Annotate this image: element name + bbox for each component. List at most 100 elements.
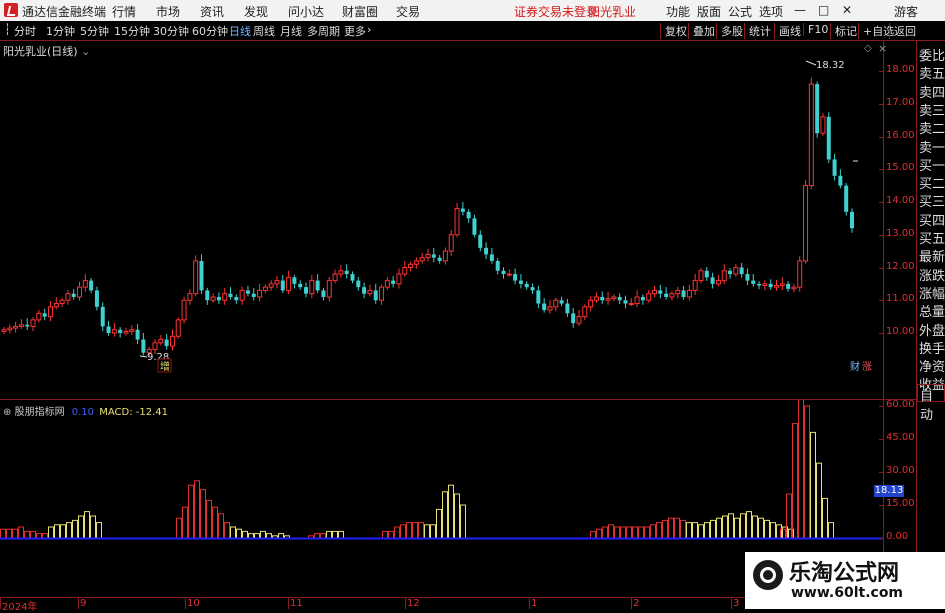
indicator-bar (716, 517, 722, 539)
menu-zixun[interactable]: 资讯 (200, 3, 224, 20)
period-multi[interactable]: 多周期 (307, 23, 340, 39)
sidebar-item[interactable]: 最新 (917, 246, 945, 265)
btn-fuquan[interactable]: 复权 (660, 23, 691, 39)
sidebar-item[interactable]: 卖二 (917, 118, 945, 137)
indicator-bar (206, 500, 212, 539)
minimize-button[interactable]: — (794, 3, 806, 17)
close-button[interactable]: ✕ (842, 3, 852, 17)
menu-xuanxiang[interactable]: 选项 (759, 3, 783, 20)
candle (634, 290, 640, 308)
candle (605, 292, 611, 305)
sidebar-item[interactable]: 买一 (917, 155, 945, 174)
sidebar-item[interactable]: 换手 (917, 338, 945, 357)
sidebar-item[interactable]: 买三 (917, 191, 945, 210)
auto-button[interactable]: 自动 (917, 384, 945, 423)
btn-biaoji[interactable]: 标记 (830, 23, 861, 39)
candle (391, 276, 396, 288)
indicator-bar (644, 526, 650, 539)
sidebar-item[interactable]: 买五 (917, 228, 945, 247)
candle (82, 274, 88, 292)
indicator-bar (816, 462, 822, 539)
sidebar-item[interactable]: 总量 (917, 301, 945, 320)
sidebar-item[interactable]: 外盘 (917, 320, 945, 339)
period-60min[interactable]: 60分钟 (192, 23, 228, 39)
btn-f10[interactable]: F10 (803, 23, 832, 36)
indicator-bar (596, 528, 602, 539)
indicator-bar (758, 517, 764, 539)
price-tick-mark (879, 333, 884, 334)
menu-wenxiaoda[interactable]: 问小达 (288, 3, 324, 20)
btn-back[interactable]: 返回 (889, 23, 920, 39)
sidebar-item[interactable]: 委比 (917, 45, 945, 64)
period-5min[interactable]: 5分钟 (80, 23, 109, 39)
menu-caifuquan[interactable]: 财富圈 (342, 3, 378, 20)
candle (652, 285, 658, 298)
price-tick-mark (879, 169, 884, 171)
period-daily[interactable]: 日线 (229, 23, 251, 39)
low-pointer (139, 355, 148, 358)
date-tick-mark (185, 597, 186, 609)
period-more[interactable]: 更多 (344, 23, 366, 39)
candle (739, 262, 744, 278)
period-weekly[interactable]: 周线 (253, 23, 275, 39)
date-tick-mark (0, 597, 1, 609)
indicator-bar (230, 526, 236, 539)
menu-jiaoyi[interactable]: 交易 (396, 3, 420, 20)
candle (245, 285, 250, 297)
menu-gongshi[interactable]: 公式 (728, 3, 752, 20)
zeng-marker-text: 增 (160, 360, 170, 373)
menu-shichang[interactable]: 市场 (156, 3, 180, 20)
menu-faxian[interactable]: 发现 (244, 3, 268, 20)
candle (228, 287, 233, 300)
more-chevron-icon[interactable]: › (367, 23, 371, 36)
period-30min[interactable]: 30分钟 (153, 23, 189, 39)
sidebar-item[interactable]: 卖四 (917, 82, 945, 101)
indicator-bar (662, 519, 668, 539)
indicator-bar (96, 522, 102, 539)
sidebar-item[interactable]: 买四 (917, 210, 945, 229)
btn-duogu[interactable]: 多股 (716, 23, 747, 39)
btn-diejia[interactable]: 叠加 (688, 23, 719, 39)
date-tick: 12 (407, 598, 420, 609)
candle (640, 294, 645, 305)
sidebar-item[interactable]: 买二 (917, 173, 945, 192)
menu-banmian[interactable]: 版面 (697, 3, 721, 20)
period-15min[interactable]: 15分钟 (114, 23, 150, 39)
candle (681, 285, 686, 300)
indicator-bar (680, 519, 686, 539)
period-1min[interactable]: 1分钟 (46, 23, 75, 39)
sidebar-item[interactable]: 净资 (917, 356, 945, 375)
maximize-button[interactable]: □ (818, 3, 829, 17)
sidebar-item[interactable]: 卖三 (917, 100, 945, 119)
menu-hangqing[interactable]: 行情 (112, 3, 136, 20)
candle (304, 282, 309, 298)
candle (239, 286, 245, 305)
candle (710, 272, 715, 289)
candle (728, 268, 733, 279)
candle (571, 307, 576, 328)
indicator-bar (804, 405, 810, 539)
candle (593, 292, 599, 303)
indicator-bar (394, 526, 400, 539)
current-value-badge: 18.13 (874, 485, 904, 497)
indicator-bar (448, 484, 454, 539)
candle (582, 304, 588, 321)
price-tick-mark (879, 103, 884, 105)
indicator-tick: 45.00 (886, 432, 915, 443)
sidebar-item[interactable]: 涨跌 (917, 265, 945, 284)
sidebar-item[interactable]: 卖一 (917, 137, 945, 156)
candle (408, 261, 414, 272)
btn-huaxian[interactable]: 画线 (774, 23, 805, 39)
btn-tongji[interactable]: 统计 (744, 23, 775, 39)
indicator-bar (746, 511, 752, 539)
period-fenshi[interactable]: 分时 (14, 23, 36, 39)
sidebar-item[interactable]: 涨幅 (917, 283, 945, 302)
candlestick-chart[interactable]: 18.329.28增财涨 (0, 40, 884, 400)
period-monthly[interactable]: 月线 (280, 23, 302, 39)
guest-label[interactable]: 游客 (894, 3, 918, 20)
candle (89, 277, 94, 294)
login-notice[interactable]: 证券交易未登录 (514, 3, 598, 20)
sidebar-item[interactable]: 卖五 (917, 63, 945, 82)
menu-gongneng[interactable]: 功能 (666, 3, 690, 20)
price-tick: 12.00 (886, 260, 915, 272)
